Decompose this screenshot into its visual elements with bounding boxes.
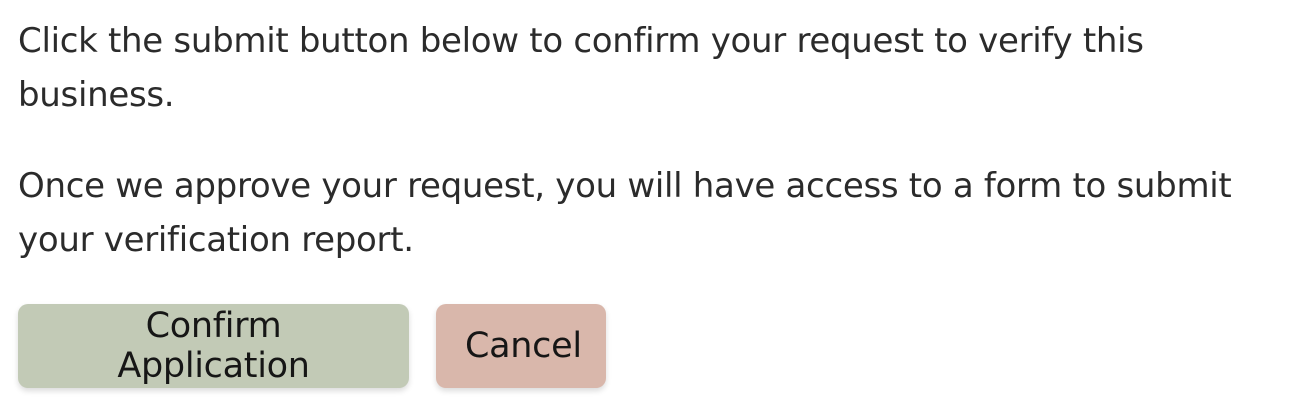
cancel-button[interactable]: Cancel <box>436 304 606 388</box>
confirmation-panel: Click the submit button below to confirm… <box>0 0 1276 388</box>
instruction-text: Click the submit button below to confirm… <box>18 21 1144 115</box>
confirm-application-button[interactable]: Confirm Application <box>18 304 409 388</box>
action-buttons: Confirm Application Cancel <box>18 304 1258 388</box>
approval-info-text: Once we approve your request, you will h… <box>18 166 1232 260</box>
